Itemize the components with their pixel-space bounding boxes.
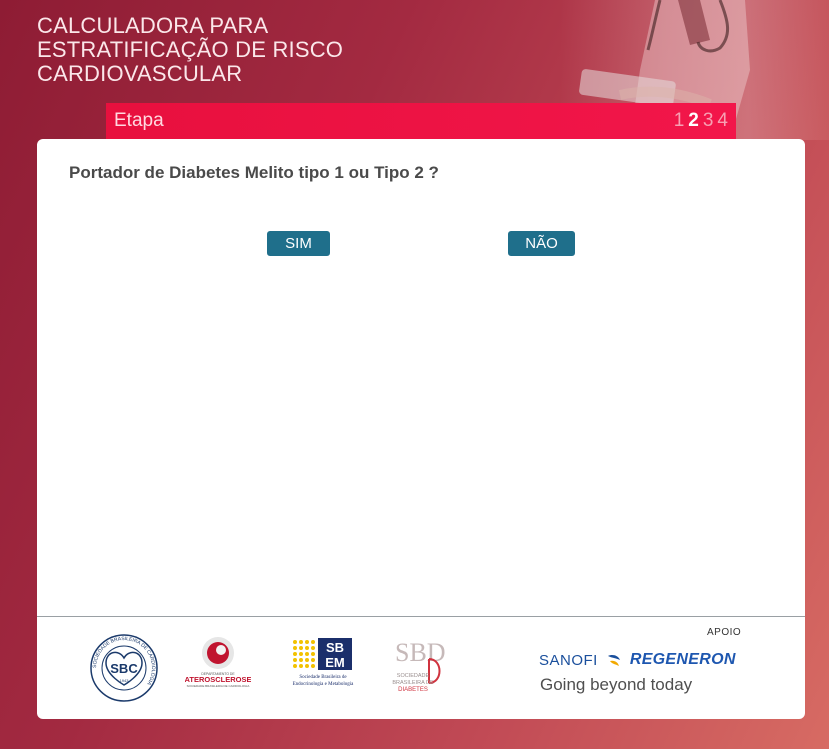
app-title-line-1: CALCULADORA PARA <box>37 13 269 38</box>
sanofi-logo: SANOFI <box>539 651 598 669</box>
question-text: Portador de Diabetes Melito tipo 1 ou Ti… <box>69 163 439 182</box>
sponsor-tagline: Going beyond today <box>540 675 693 694</box>
sanofi-bird-icon <box>607 655 620 666</box>
app-title: CALCULADORA PARA ESTRATIFICAÇÃO DE RISCO… <box>37 14 397 86</box>
sbem-logo-mark-bottom: EM <box>325 655 345 670</box>
footer: SBC 1943 SOCIEDADE BRASILEIRA DE CARDIOL… <box>37 617 805 719</box>
sbem-logo-mark-top: SB <box>326 640 344 655</box>
sbc-logo-year: 1943 <box>120 678 130 683</box>
no-button[interactable]: NÃO <box>508 231 575 256</box>
aterosclerose-logo: DEPARTAMENTO DE ATEROSCLEROSE SOCIEDADE … <box>185 635 251 691</box>
sbem-logo-line-2: Endocrinologia e Metabologia <box>293 682 355 687</box>
step-4: 4 <box>717 110 728 131</box>
sbem-logo: SB EM Sociedade Brasileira de Endocrinol… <box>281 637 365 689</box>
aterosclerose-logo-sub: SOCIEDADE BRASILEIRA DE CARDIOLOGIA <box>187 684 250 688</box>
sbd-logo: SBD SOCIEDADE BRASILEIRA DE DIABETES <box>385 631 451 697</box>
step-3: 3 <box>702 110 714 131</box>
sbd-logo-line-1: SOCIEDADE <box>397 673 430 679</box>
aterosclerose-logo-text: ATEROSCLEROSE <box>185 675 251 684</box>
app-title-line-3: CARDIOVASCULAR <box>37 61 243 86</box>
yes-button[interactable]: SIM <box>267 231 330 256</box>
step-numbers: 1 2 3 4 <box>674 110 728 132</box>
app-title-line-2: ESTRATIFICAÇÃO DE RISCO <box>37 37 344 62</box>
apoio-label: APOIO <box>707 627 742 638</box>
sponsor-logos: SANOFI REGENERON <box>539 651 736 669</box>
sbem-logo-line-1: Sociedade Brasileira de <box>299 675 347 680</box>
sbc-logo-text: SBC <box>110 661 138 676</box>
sbd-logo-line-3: DIABETES <box>398 687 428 693</box>
step-label: Etapa <box>114 110 164 131</box>
regeneron-logo: REGENERON <box>629 651 736 668</box>
step-progress-bar: Etapa 1 2 3 4 <box>106 103 736 139</box>
step-1: 1 <box>673 110 685 131</box>
sbd-logo-line-2: BRASILEIRA DE <box>392 680 434 686</box>
question-card: Portador de Diabetes Melito tipo 1 ou Ti… <box>37 139 805 719</box>
step-2-current: 2 <box>688 110 699 131</box>
sbc-logo: SBC 1943 SOCIEDADE BRASILEIRA DE CARDIOL… <box>89 633 159 703</box>
